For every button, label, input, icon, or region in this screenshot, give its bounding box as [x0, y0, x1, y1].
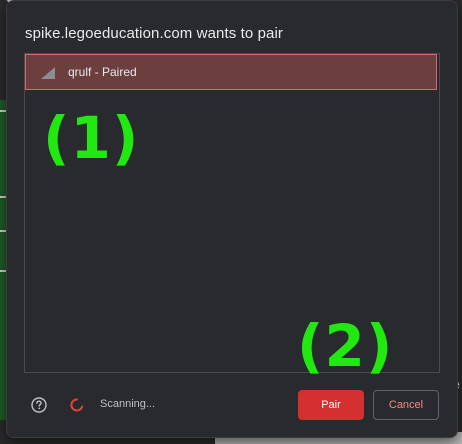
cancel-button[interactable]: Cancel: [373, 390, 439, 420]
annotation-step-2: (2): [297, 312, 394, 380]
dialog-title: spike.legoeducation.com wants to pair: [25, 25, 284, 42]
loading-spinner-icon: [70, 398, 84, 412]
device-label: qrulf - Paired: [68, 65, 137, 79]
pair-dialog: spike.legoeducation.com wants to pair qr…: [6, 0, 458, 438]
device-list-item[interactable]: qrulf - Paired: [25, 54, 437, 90]
scanning-status: Scanning...: [100, 398, 156, 410]
pair-button[interactable]: Pair: [298, 390, 364, 420]
help-circle-icon[interactable]: [31, 397, 47, 413]
annotation-step-1: (1): [43, 104, 140, 172]
signal-strength-icon: [41, 67, 55, 79]
